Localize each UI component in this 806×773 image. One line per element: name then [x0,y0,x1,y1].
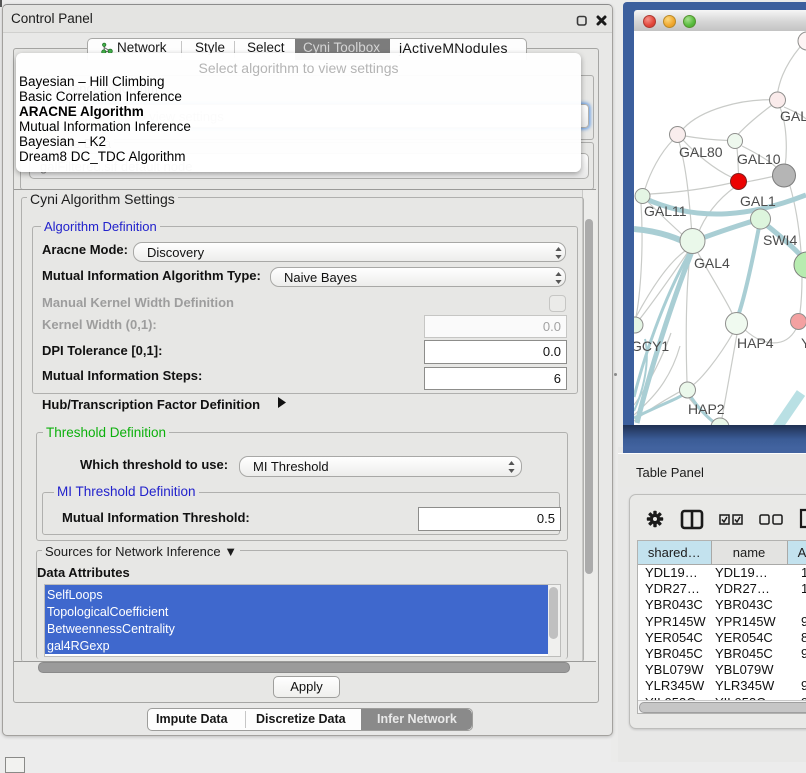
svg-text:GAL: GAL [780,108,806,124]
svg-text:GAL10: GAL10 [737,151,781,167]
svg-text:GAL80: GAL80 [679,144,723,160]
svg-text:GAL1: GAL1 [740,193,776,209]
svg-text:GAL4: GAL4 [694,255,730,271]
svg-text:GAL11: GAL11 [644,203,687,219]
svg-text:SWI4: SWI4 [763,232,797,248]
svg-text:HAP4: HAP4 [737,335,774,351]
svg-text:GCY1: GCY1 [634,338,669,354]
svg-text:Y: Y [801,335,806,351]
svg-text:HAP2: HAP2 [688,401,725,417]
